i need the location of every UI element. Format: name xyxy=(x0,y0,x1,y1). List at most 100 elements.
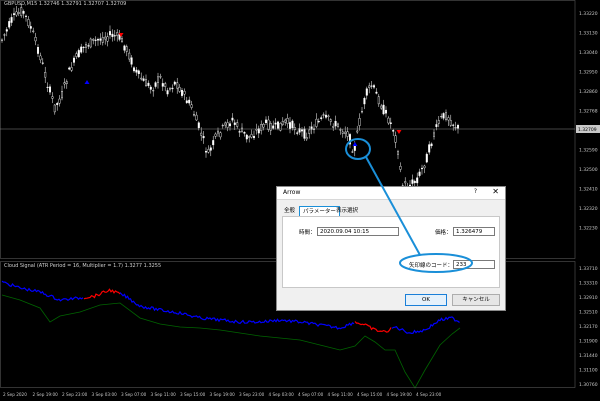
price-axis-label: 1.32320 xyxy=(579,206,598,212)
candle-body xyxy=(96,39,99,41)
candle-body xyxy=(72,57,75,63)
cancel-button[interactable]: キャンセル xyxy=(452,294,500,306)
candle-body xyxy=(440,116,443,118)
candle-body xyxy=(144,79,147,86)
ok-button[interactable]: OK xyxy=(405,294,447,306)
candle-body xyxy=(176,82,179,89)
candlesticks xyxy=(1,4,460,192)
time-label: 時間： xyxy=(299,230,316,236)
candle-body xyxy=(8,21,11,28)
candle-body xyxy=(423,165,426,169)
candle-body xyxy=(87,45,90,47)
candle-body xyxy=(120,38,123,42)
candle-body xyxy=(94,39,97,41)
candle-body xyxy=(125,46,128,52)
candle-body xyxy=(344,131,347,134)
tab-general[interactable]: 全般 xyxy=(281,206,298,216)
candle-body xyxy=(101,37,104,43)
time-axis-label: 2 Sep 23:00 xyxy=(62,392,88,397)
candle-body xyxy=(216,130,219,134)
indicator-axis-label: 1.30760 xyxy=(579,382,598,388)
candle-body xyxy=(108,31,111,36)
candle-body xyxy=(389,122,392,124)
candle-body xyxy=(411,179,414,184)
candle-body xyxy=(224,122,227,126)
candle-body xyxy=(156,76,159,83)
candle-body xyxy=(3,34,6,36)
candle-body xyxy=(70,67,73,71)
candle-body xyxy=(334,120,337,127)
highlight-callout xyxy=(345,138,371,160)
candle-body xyxy=(260,124,263,131)
candle-body xyxy=(39,55,42,61)
help-button[interactable]: ? xyxy=(474,188,477,195)
candle-body xyxy=(116,32,119,36)
candle-body xyxy=(442,113,445,119)
candle-body xyxy=(15,11,18,16)
candle-body xyxy=(37,47,40,54)
candle-body xyxy=(435,124,438,127)
arrow-code-label: 矢印線のコード： xyxy=(409,263,454,269)
candle-body xyxy=(195,114,198,121)
candle-body xyxy=(341,131,344,134)
indicator-axis-label: 1.32170 xyxy=(579,324,598,330)
close-button[interactable]: ✕ xyxy=(492,187,499,196)
indicator-axis-label: 1.31440 xyxy=(579,353,598,359)
candle-body xyxy=(293,127,296,131)
candle-body xyxy=(397,151,400,155)
candle-body xyxy=(44,72,47,78)
candle-body xyxy=(168,88,171,90)
candle-body xyxy=(233,122,236,125)
time-axis-label: 3 Sep 07:00 xyxy=(121,392,147,397)
candle-body xyxy=(332,126,335,128)
time-input[interactable]: 2020.09.04 10:15 xyxy=(317,227,399,236)
candle-body xyxy=(291,120,294,129)
candle-body xyxy=(385,109,388,114)
candle-body xyxy=(358,118,361,126)
candle-body xyxy=(34,37,37,42)
time-axis-label: 2 Sep 2020 xyxy=(3,392,27,397)
candle-body xyxy=(56,103,59,105)
candle-body xyxy=(152,90,155,92)
price-axis-label: 1.32410 xyxy=(579,187,598,193)
candle-body xyxy=(202,136,205,139)
candle-body xyxy=(190,104,193,108)
candle-body xyxy=(248,136,251,138)
price-axis-label: 1.32950 xyxy=(579,70,598,76)
candle-body xyxy=(425,153,428,163)
candle-body xyxy=(380,105,383,109)
arrow-code-input[interactable]: 233 xyxy=(453,260,495,269)
candle-body xyxy=(449,120,452,126)
candle-body xyxy=(32,30,35,33)
candle-body xyxy=(92,38,95,41)
tab-visualization[interactable]: 表示選択 xyxy=(333,206,361,216)
indicator-axis-label: 1.31900 xyxy=(579,339,598,345)
symbol-info: GBPUSD,M15 1.32746 1.32791 1.32707 1.327… xyxy=(4,1,127,7)
candle-body xyxy=(173,81,176,85)
price-axis-label: 1.32860 xyxy=(579,89,598,95)
candle-body xyxy=(382,104,385,115)
candle-body xyxy=(111,33,114,37)
candle-body xyxy=(418,171,421,176)
candle-body xyxy=(204,151,207,153)
candle-body xyxy=(104,36,107,40)
candle-body xyxy=(353,145,356,151)
candle-body xyxy=(243,132,246,134)
candle-body xyxy=(454,127,457,129)
candle-body xyxy=(279,123,282,131)
candle-body xyxy=(447,117,450,121)
time-axis-label: 2 Sep 19:00 xyxy=(33,392,59,397)
price-input[interactable]: 1.326479 xyxy=(453,227,495,236)
candle-body xyxy=(370,85,373,87)
candle-body xyxy=(373,85,376,88)
candle-body xyxy=(315,118,318,127)
arrow-dialog: Arrow ? ✕ 全般 パラメーター 表示選択 時間： 2020.09.04 … xyxy=(276,186,506,311)
candle-body xyxy=(58,98,61,104)
candle-body xyxy=(84,44,87,48)
candle-body xyxy=(226,122,229,128)
price-axis-label: 1.33130 xyxy=(579,31,598,37)
candle-body xyxy=(27,19,30,27)
candle-body xyxy=(320,117,323,119)
arrow-highlight-circle xyxy=(345,138,371,160)
candle-body xyxy=(61,91,64,99)
